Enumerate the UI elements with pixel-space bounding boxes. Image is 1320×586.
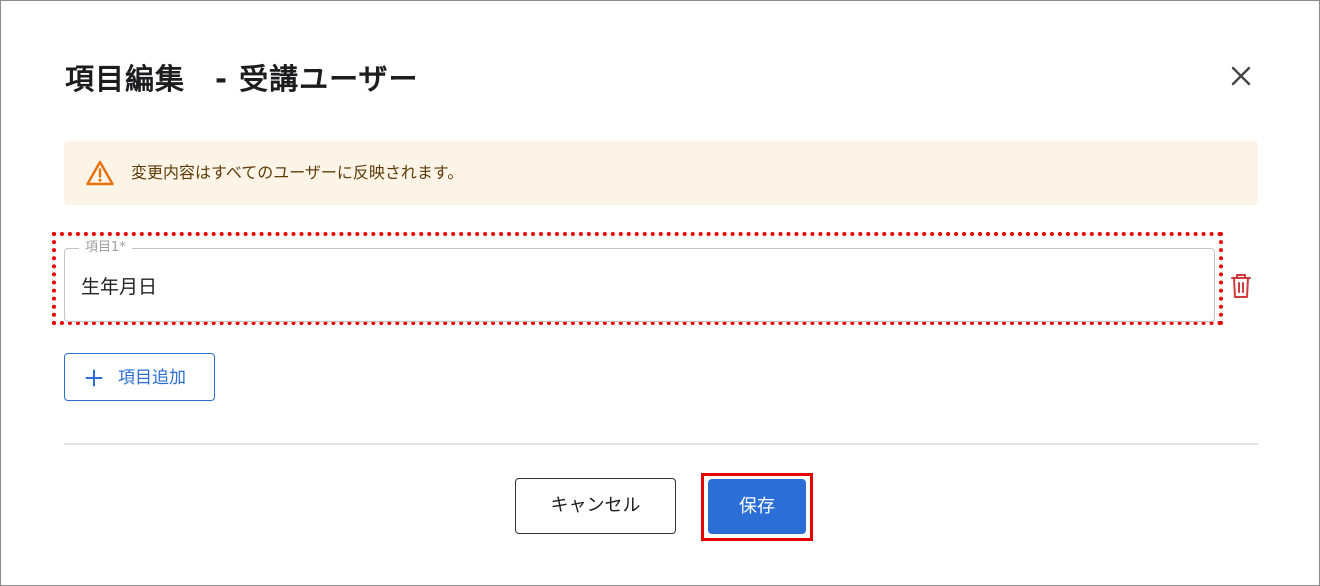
trash-icon	[1231, 274, 1251, 298]
delete-item-button[interactable]	[1229, 272, 1253, 300]
field-label: 項目1*	[79, 239, 132, 257]
cancel-label: キャンセル	[550, 495, 641, 516]
close-icon	[1231, 66, 1251, 86]
cancel-button[interactable]: キャンセル	[515, 478, 676, 534]
dialog: 項目編集 - 受講ユーザー 変更内容はすべてのユーザーに反映されます。 項目1*	[0, 0, 1320, 586]
close-button[interactable]	[1223, 58, 1259, 94]
save-label: 保存	[739, 496, 775, 517]
save-button[interactable]: 保存	[708, 479, 806, 534]
dialog-title: 項目編集 - 受講ユーザー	[65, 62, 419, 96]
add-item-button[interactable]: 項目追加	[64, 353, 215, 401]
item-field: 項目1*	[64, 239, 1215, 322]
plus-icon	[85, 369, 103, 387]
warning-alert: 変更内容はすべてのユーザーに反映されます。	[64, 141, 1258, 205]
add-item-label: 項目追加	[118, 368, 186, 388]
alert-message: 変更内容はすべてのユーザーに反映されます。	[131, 163, 464, 182]
warning-icon	[86, 160, 114, 186]
item-input[interactable]	[81, 269, 1191, 301]
footer-divider	[64, 443, 1258, 445]
